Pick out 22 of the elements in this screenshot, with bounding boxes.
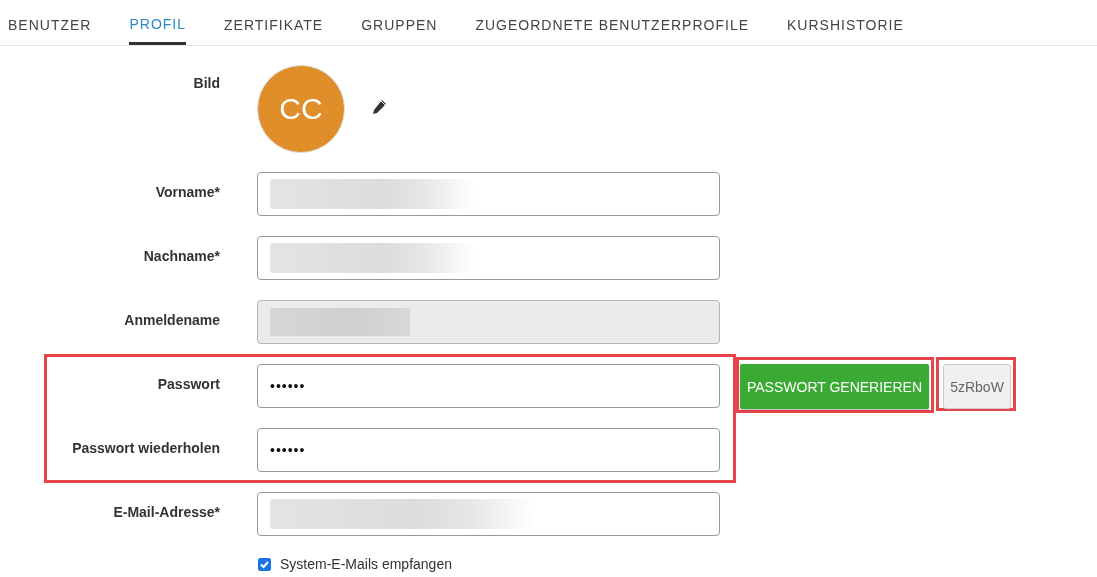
avatar: CC [257,65,345,153]
field-label: Passwort [156,375,220,392]
password-field[interactable]: •••••• [257,428,720,472]
field-label: Vorname* [154,183,220,200]
field-label: E-Mail-Adresse* [112,503,220,520]
text-field[interactable] [257,172,720,216]
tab[interactable]: ZUGEORDNETE BENUTZERPROFILE [475,0,749,45]
text-field[interactable] [257,236,720,280]
tab[interactable]: GRUPPEN [361,0,438,45]
field-label: Bild [192,74,220,91]
generated-password: 5zRboW [943,364,1011,409]
field-label: Passwort wiederholen [71,439,220,456]
tab[interactable]: BENUTZER [8,0,92,45]
field-label: Anmeldename [123,311,220,328]
tab[interactable]: PROFIL [129,0,187,45]
tab[interactable]: ZERTIFIKATE [224,0,324,45]
checkbox[interactable] [258,557,271,571]
email-field[interactable] [257,492,720,536]
tab[interactable]: KURSHISTORIE [787,0,904,45]
password-field[interactable]: •••••• [257,364,720,408]
field-label: Nachname* [142,247,220,264]
checkbox-label: System-E-Mails empfangen [280,556,452,572]
